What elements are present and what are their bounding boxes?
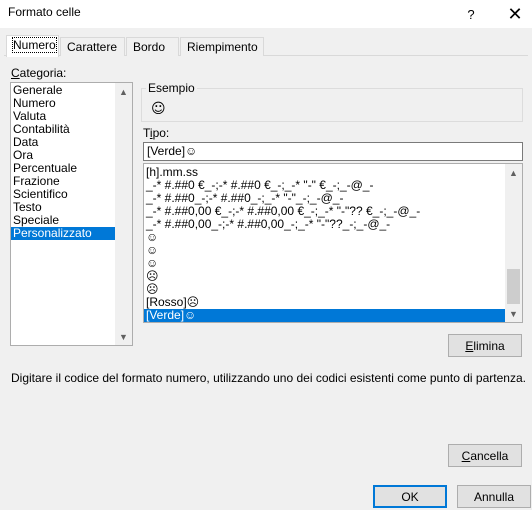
tipo-input-value: [Verde]☺ xyxy=(147,144,198,158)
tipo-listbox[interactable]: [h].mm.ss _-* #.##0 €_-;-* #.##0 €_-;_-* … xyxy=(143,163,523,323)
scroll-thumb[interactable] xyxy=(507,269,520,304)
categoria-listbox[interactable]: Generale Numero Valuta Contabilità Data Ora Pe… xyxy=(10,82,133,346)
elimina-label: Elimina xyxy=(465,338,505,353)
close-button[interactable]: ✕ xyxy=(502,2,528,26)
tipo-format-item[interactable]: ☺ xyxy=(144,244,505,257)
elimina-button[interactable]: Elimina xyxy=(448,334,522,357)
tab-carattere[interactable]: Carattere xyxy=(60,37,125,56)
scroll-down-icon[interactable]: ▼ xyxy=(115,328,132,345)
tab-bordo-label: Bordo xyxy=(133,40,166,54)
tipo-label: Tipo: xyxy=(143,126,170,140)
categoria-label: Categoria: xyxy=(11,66,67,80)
tipo-scrollbar[interactable]: ▲ ▼ xyxy=(505,164,522,322)
scroll-down-icon[interactable]: ▼ xyxy=(505,305,522,322)
categoria-scrollbar[interactable]: ▲ ▼ xyxy=(115,83,132,345)
esempio-value: ☺ xyxy=(151,101,166,117)
tab-bordo[interactable]: Bordo xyxy=(126,37,179,56)
window-title: Formato celle xyxy=(8,5,81,19)
tipo-input[interactable]: [Verde]☺ xyxy=(143,142,523,161)
ok-button[interactable]: OK xyxy=(373,485,447,508)
tab-riempimento-label: Riempimento xyxy=(187,40,258,54)
categoria-item[interactable]: Personalizzato xyxy=(11,227,132,240)
tipo-format-item[interactable]: ☺ xyxy=(144,231,505,244)
tipo-format-item[interactable]: [Rosso]☹ xyxy=(144,296,505,309)
tab-carattere-label: Carattere xyxy=(67,40,118,54)
scroll-up-icon[interactable]: ▲ xyxy=(115,83,132,100)
description-text: Digitare il codice del formato numero, u… xyxy=(11,371,526,385)
tipo-format-item[interactable]: [Verde]☺ xyxy=(144,309,505,322)
esempio-title: Esempio xyxy=(146,81,197,95)
esempio-group xyxy=(141,88,523,122)
tab-numero-label: Numero xyxy=(12,37,57,53)
title-bar: Formato celle ? ✕ xyxy=(0,0,532,28)
help-button[interactable]: ? xyxy=(458,2,484,26)
tipo-format-item[interactable]: ☹ xyxy=(144,270,505,283)
scroll-up-icon[interactable]: ▲ xyxy=(505,164,522,181)
tipo-format-item[interactable]: ☺ xyxy=(144,257,505,270)
annulla-button[interactable]: Annulla xyxy=(457,485,531,508)
tab-riempimento[interactable]: Riempimento xyxy=(180,37,264,56)
tipo-format-item[interactable]: _-* #.##0,00_-;-* #.##0,00_-;_-* "-"??_-… xyxy=(144,218,505,231)
cancella-label: Cancella xyxy=(461,448,509,463)
tab-numero[interactable]: Numero xyxy=(6,35,59,57)
cancella-button[interactable]: Cancella xyxy=(448,444,522,467)
